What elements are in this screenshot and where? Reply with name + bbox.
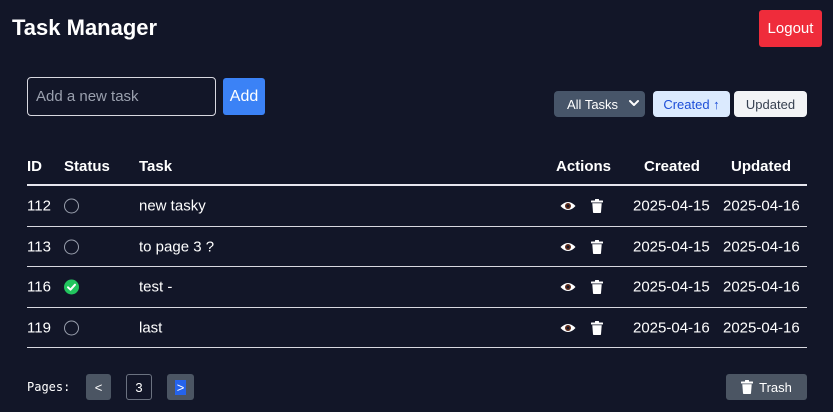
- table-row: 112 new tasky 2025-04-15 2025-04-16: [0, 186, 833, 226]
- previous-page-button[interactable]: <: [86, 374, 111, 400]
- status-filter-value: All Tasks: [567, 96, 619, 112]
- table-row: 119 last 2025-04-16 2025-04-16: [0, 308, 833, 348]
- task-created-date: 2025-04-16: [633, 319, 710, 336]
- row-divider: [27, 347, 807, 348]
- task-id: 113: [27, 238, 51, 255]
- column-header-actions: Actions: [556, 158, 612, 175]
- eye-icon[interactable]: [560, 200, 576, 212]
- task-updated-date: 2025-04-16: [723, 197, 800, 215]
- eye-icon[interactable]: [560, 241, 576, 253]
- next-page-button[interactable]: >: [167, 374, 194, 400]
- trash-button[interactable]: Trash: [726, 374, 807, 400]
- status-toggle-circle-icon[interactable]: [64, 320, 79, 335]
- task-created-date: 2025-04-15: [633, 238, 710, 255]
- task-id: 119: [27, 319, 51, 336]
- task-updated-date: 2025-04-16: [723, 319, 800, 336]
- column-header-created: Created: [644, 158, 700, 175]
- table-row: 113 to page 3 ? 2025-04-15 2025-04-16: [0, 227, 833, 267]
- task-created-date: 2025-04-15: [633, 278, 710, 296]
- add-task-button[interactable]: Add: [223, 78, 265, 115]
- status-toggle-circle-icon[interactable]: [64, 198, 79, 214]
- trash-icon[interactable]: [591, 199, 603, 213]
- task-created-date: 2025-04-15: [633, 197, 710, 215]
- sort-updated-button[interactable]: Updated: [734, 91, 807, 117]
- task-text[interactable]: to page 3 ?: [139, 238, 214, 255]
- trash-icon[interactable]: [591, 320, 603, 335]
- eye-icon[interactable]: [560, 322, 576, 334]
- column-header-id: ID: [27, 158, 42, 175]
- trash-icon[interactable]: [591, 280, 603, 294]
- status-toggle-circle-icon[interactable]: [64, 239, 79, 254]
- task-id: 116: [27, 278, 51, 296]
- column-header-status: Status: [64, 158, 110, 175]
- column-header-updated: Updated: [731, 158, 791, 175]
- trash-icon[interactable]: [591, 239, 603, 254]
- task-text[interactable]: new tasky: [139, 198, 206, 215]
- current-page-indicator: 3: [126, 374, 152, 400]
- logout-button[interactable]: Logout: [759, 10, 822, 47]
- task-id: 112: [27, 197, 51, 215]
- page-title: Task Manager: [12, 15, 158, 40]
- new-task-input[interactable]: [27, 77, 216, 116]
- trash-icon: [741, 380, 754, 394]
- task-updated-date: 2025-04-16: [723, 238, 800, 255]
- sort-created-button[interactable]: Created ↑: [653, 91, 730, 117]
- task-text[interactable]: test -: [139, 279, 172, 296]
- next-page-label: >: [174, 379, 187, 395]
- check-circle-icon[interactable]: [64, 279, 79, 295]
- trash-button-label: Trash: [759, 379, 792, 395]
- task-text[interactable]: last: [139, 319, 162, 336]
- status-filter-select[interactable]: All Tasks: [554, 91, 645, 117]
- eye-icon[interactable]: [560, 281, 576, 293]
- pages-label: Pages:: [27, 380, 71, 394]
- table-row: 116 test - 2025-04-15 2025-04-16: [0, 267, 833, 307]
- task-updated-date: 2025-04-16: [723, 278, 800, 296]
- column-header-task: Task: [139, 158, 173, 175]
- chevron-down-icon: [629, 100, 639, 106]
